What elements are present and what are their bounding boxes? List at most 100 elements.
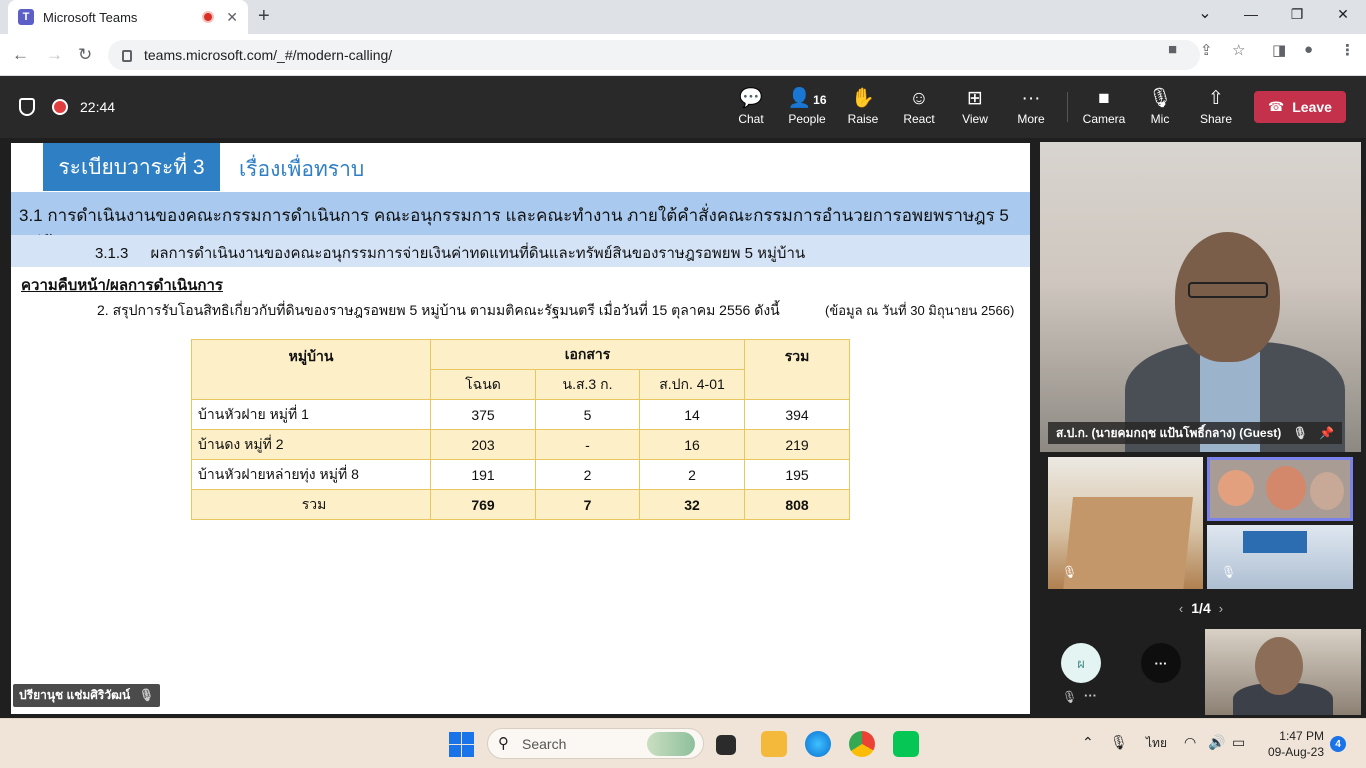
subheader-spk: ส.ปก. 4-01	[639, 369, 745, 400]
cell-value: 191	[430, 459, 536, 490]
share-button[interactable]: ⇧ Share	[1190, 86, 1242, 126]
microphone-tray-icon[interactable]: 🎙	[1110, 734, 1128, 751]
participant-thumbnail[interactable]: 🎙	[1048, 457, 1203, 589]
participant-thumbnail-active[interactable]	[1207, 457, 1353, 521]
cell-total: 7	[535, 489, 640, 520]
col-header-village: หมู่บ้าน	[191, 339, 431, 400]
line-app-icon[interactable]	[893, 731, 919, 757]
page-indicator: 1/4	[1191, 600, 1211, 616]
people-button[interactable]: 👤 16 People	[781, 86, 833, 126]
chrome-icon[interactable]	[849, 731, 875, 757]
cell-value: -	[535, 429, 640, 460]
prev-page-icon[interactable]: ‹	[1179, 601, 1183, 616]
chat-label: Chat	[738, 112, 764, 126]
mic-muted-icon: 🎙	[1062, 690, 1078, 704]
minimize-button[interactable]: —	[1236, 6, 1266, 22]
wifi-icon[interactable]: ◠	[1184, 734, 1196, 751]
view-button[interactable]: ⊞ View	[949, 86, 1001, 126]
meeting-timer: 22:44	[80, 99, 116, 115]
table-row: บ้านหัวฝาย หมู่ที่ 1 375 5 14 394	[191, 399, 850, 430]
notification-badge[interactable]: 4	[1330, 736, 1346, 752]
more-icon: ···	[1021, 88, 1041, 109]
share-label: Share	[1199, 112, 1233, 126]
chat-icon: 💬	[739, 88, 763, 109]
next-page-icon[interactable]: ›	[1219, 601, 1223, 616]
maximize-button[interactable]: ❐	[1282, 6, 1312, 23]
side-panel-icon[interactable]: ◨	[1272, 41, 1286, 59]
back-icon[interactable]: ←	[12, 45, 29, 65]
table-row: บ้านดง หมู่ที่ 2 203 - 16 219	[191, 429, 850, 460]
section-heading: 3.1 การดำเนินงานของคณะกรรมการดำเนินการ ค…	[11, 192, 1030, 252]
participant-name-tag: ส.ป.ก. (นายคมกฤช แป้นโพธิ์กลาง) (Guest) …	[1048, 422, 1343, 444]
cell-village: บ้านดง หมู่ที่ 2	[191, 429, 431, 460]
task-view-icon[interactable]	[716, 735, 736, 755]
search-icon: ⚲	[498, 735, 509, 752]
pin-icon[interactable]: 📌	[1319, 426, 1334, 440]
participant-options-icon[interactable]: ···	[1084, 688, 1097, 703]
camera-icon: ■	[1098, 88, 1110, 109]
lock-icon[interactable]	[122, 50, 132, 62]
phone-hangup-icon: ☎	[1268, 99, 1285, 114]
participant-avatar[interactable]: ผ	[1061, 643, 1101, 683]
mic-muted-icon: 🎙	[1147, 88, 1173, 109]
browser-tab-teams[interactable]: T Microsoft Teams ✕	[8, 0, 248, 34]
cell-total: 808	[744, 489, 850, 520]
agenda-title: เรื่องเพื่อทราบ	[239, 158, 365, 181]
cell-village: บ้านหัวฝาย หมู่ที่ 1	[191, 399, 431, 430]
search-placeholder: Search	[522, 735, 567, 752]
tab-search-button[interactable]: ⌄	[1190, 3, 1220, 23]
more-button[interactable]: ··· More	[1005, 86, 1057, 126]
react-button[interactable]: ☺ React	[893, 86, 945, 126]
input-language[interactable]: ไทย	[1146, 734, 1167, 753]
leave-button[interactable]: ☎ Leave	[1254, 91, 1346, 123]
search-highlight-icon	[647, 732, 695, 756]
summary-text: 2. สรุปการรับโอนสิทธิเกี่ยวกับที่ดินของร…	[97, 302, 780, 318]
battery-icon[interactable]: ▭	[1232, 734, 1245, 751]
taskbar-search[interactable]: ⚲ Search	[487, 728, 704, 759]
clock-date: 09-Aug-23	[1267, 745, 1324, 759]
col-header-documents: เอกสาร	[430, 339, 745, 370]
people-count: 16	[813, 93, 827, 107]
volume-icon[interactable]: 🔊	[1208, 734, 1225, 751]
mic-muted-icon: 🎙	[1221, 565, 1237, 579]
file-explorer-icon[interactable]	[761, 731, 787, 757]
profile-avatar-icon[interactable]: ●	[1304, 41, 1313, 58]
pinned-participant-video[interactable]: ส.ป.ก. (นายคมกฤช แป้นโพธิ์กลาง) (Guest) …	[1040, 142, 1361, 452]
recording-indicator-icon	[202, 11, 215, 23]
participant-name: ส.ป.ก. (นายคมกฤช แป้นโพธิ์กลาง) (Guest)	[1056, 426, 1282, 440]
reload-icon[interactable]: ↻	[78, 45, 92, 65]
more-participants-button[interactable]: ···	[1141, 643, 1181, 683]
agenda-number: ระเบียบวาระที่ 3	[43, 143, 220, 191]
show-hidden-icons-icon[interactable]: ⌃	[1082, 734, 1094, 751]
participant-thumbnail[interactable]: 🎙	[1207, 525, 1353, 589]
address-bar-row: ← → ↻ teams.microsoft.com/_#/modern-call…	[0, 34, 1366, 76]
clock-time: 1:47 PM	[1279, 729, 1324, 743]
cell-value: 375	[430, 399, 536, 430]
system-clock[interactable]: 1:47 PM 09-Aug-23	[1262, 728, 1324, 760]
chat-button[interactable]: 💬 Chat	[725, 86, 777, 126]
edge-icon[interactable]	[805, 731, 831, 757]
new-tab-button[interactable]: +	[258, 5, 270, 28]
cell-value: 394	[744, 399, 850, 430]
url-bar[interactable]: teams.microsoft.com/_#/modern-calling/	[108, 40, 1200, 70]
camera-site-icon[interactable]: ■	[1168, 41, 1177, 58]
windows-start-icon[interactable]	[449, 732, 474, 757]
browser-menu-icon[interactable]: ⋮	[1340, 41, 1355, 59]
view-label: View	[962, 112, 988, 126]
bookmark-star-icon[interactable]: ☆	[1232, 41, 1245, 59]
cell-total: 769	[430, 489, 536, 520]
close-window-button[interactable]: ✕	[1328, 6, 1358, 23]
mic-button[interactable]: 🎙 Mic	[1134, 86, 1186, 126]
more-label: More	[1017, 112, 1045, 126]
react-icon: ☺	[909, 88, 929, 109]
table-total-row: รวม 769 7 32 808	[191, 489, 850, 520]
raise-hand-button[interactable]: ✋ Raise	[837, 86, 889, 126]
close-tab-icon[interactable]: ✕	[226, 9, 238, 26]
share-page-icon[interactable]: ⇪	[1200, 41, 1213, 59]
forward-icon[interactable]: →	[46, 45, 63, 65]
camera-button[interactable]: ■ Camera	[1078, 86, 1130, 126]
land-rights-table: หมู่บ้าน เอกสาร รวม โฉนด น.ส.3 ก. ส.ปก. …	[191, 339, 850, 520]
self-video[interactable]	[1205, 629, 1361, 715]
shared-screen-slide: ระเบียบวาระที่ 3 เรื่องเพื่อทราบ 3.1 การ…	[11, 143, 1030, 714]
office-sign	[1243, 531, 1307, 553]
